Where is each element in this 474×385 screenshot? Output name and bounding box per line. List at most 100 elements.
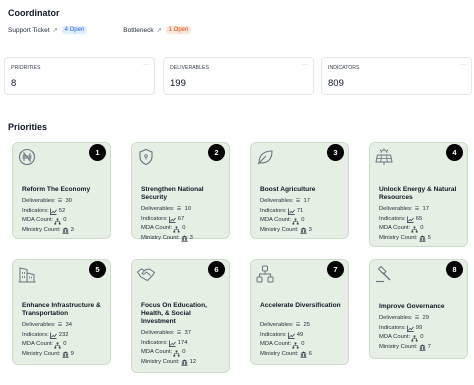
priority-title: Improve Governance (379, 303, 445, 310)
mda-value: 0 (63, 217, 67, 224)
stat-value: 199 (170, 78, 186, 89)
mda-row: MDA Count: 0 (379, 333, 431, 343)
priority-number-badge: 8 (446, 261, 463, 278)
org-chart-icon (411, 226, 418, 233)
bank-icon (300, 227, 307, 235)
org-chart-icon (173, 226, 180, 233)
network-icon (256, 265, 274, 283)
more-options-icon[interactable]: ··· (460, 62, 466, 68)
metric-label: Ministry Count: (260, 351, 299, 358)
list-icon: ☰ (176, 330, 182, 336)
mda-row: MDA Count: 0 (379, 224, 431, 234)
metric-label: MDA Count: (141, 225, 173, 232)
mda-row: MDA Count: 0 (141, 224, 193, 234)
naira-coin-icon (18, 148, 36, 166)
section-title: Priorities (8, 122, 48, 132)
priority-title: Boost Agriculture (260, 186, 316, 193)
priority-number-badge: 2 (208, 144, 225, 161)
org-chart-icon (54, 342, 61, 349)
metric-label: Ministry Count: (379, 344, 418, 351)
metric-label: Deliverables: (141, 330, 175, 336)
indicators-value: 52 (58, 207, 66, 214)
priority-metrics: Deliverables: ☰ 30 Indicators: 52 MDA Count… (22, 197, 74, 236)
ministry-row: Ministry Count: 12 (141, 358, 196, 368)
bank-icon (181, 235, 188, 243)
bank-icon (419, 235, 426, 243)
mda-value: 0 (301, 217, 305, 224)
mda-value: 0 (182, 349, 186, 356)
more-options-icon[interactable]: ··· (143, 62, 149, 68)
metric-label: Ministry Count: (22, 351, 61, 358)
chart-icon (287, 332, 295, 340)
deliverables-row: Deliverables: ☰ 37 (141, 329, 196, 339)
metric-label: Deliverables: (260, 322, 294, 328)
stat-card-deliverables: DELIVERABLES 199 ··· (163, 57, 314, 95)
ministry-row: Ministry Count: 5 (379, 234, 431, 244)
stat-card-priorities: PRIORITIES 8 ··· (4, 57, 155, 95)
ministry-row: Ministry Count: 6 (260, 350, 312, 360)
priority-card-7[interactable]: 7 Accelerate Diversification Deliverable… (250, 259, 349, 365)
ministry-value: 3 (189, 235, 193, 242)
indicators-row: Indicators: 71 (260, 207, 312, 217)
metric-label: Ministry Count: (260, 227, 299, 234)
stat-value: 8 (11, 78, 17, 89)
external-link-icon: ↗ (156, 27, 162, 34)
bank-icon (419, 344, 426, 352)
ministry-value: 3 (308, 227, 312, 234)
metric-label: MDA Count: (260, 341, 292, 348)
priority-title: Enhance Infrastructure & Transportation (22, 302, 101, 318)
metric-label: Indicators: (379, 215, 406, 222)
org-chart-icon (292, 342, 299, 349)
stat-card-indicators: INDICATORS 809 ··· (321, 57, 472, 95)
more-options-icon[interactable]: ··· (302, 62, 308, 68)
metric-label: MDA Count: (379, 334, 411, 341)
org-chart-icon (54, 218, 61, 225)
metric-label: Deliverables: (379, 315, 413, 321)
priority-number-badge: 1 (89, 144, 106, 161)
org-chart-icon (292, 218, 299, 225)
priority-metrics: Deliverables: ☰ 17 Indicators: 65 MDA Count… (379, 205, 431, 244)
list-icon: ☰ (414, 206, 420, 212)
bank-icon (300, 351, 307, 359)
support-ticket-link[interactable]: Support Ticket ↗ 4 Open (8, 26, 88, 34)
deliverables-value: 30 (65, 198, 72, 204)
ministry-value: 7 (427, 344, 431, 351)
chart-icon (287, 208, 295, 216)
stat-label: INDICATORS (328, 65, 360, 71)
priority-number-badge: 3 (327, 144, 344, 161)
priority-metrics: Deliverables: ☰ 37 Indicators: 174 MDA Coun… (141, 329, 196, 368)
building-icon (18, 267, 36, 283)
indicators-value: 65 (415, 215, 423, 222)
deliverables-row: Deliverables: ☰ 17 (260, 197, 312, 207)
priority-card-5[interactable]: 5 Enhance Infrastructure & Transportatio… (12, 259, 111, 365)
handshake-icon (136, 268, 156, 282)
list-icon: ☰ (414, 315, 420, 321)
indicators-value: 71 (296, 207, 304, 214)
external-link-icon: ↗ (52, 27, 58, 34)
org-chart-icon (411, 335, 418, 342)
chart-icon (406, 325, 414, 333)
metric-label: Ministry Count: (141, 359, 180, 366)
list-icon: ☰ (295, 198, 301, 204)
priority-number-badge: 5 (89, 261, 106, 278)
indicators-value: 99 (415, 324, 423, 331)
bottleneck-link[interactable]: Bottleneck ↗ 1 Open (123, 26, 192, 34)
priority-card-4[interactable]: 4 Unlock Energy & Natural Resources Deli… (369, 142, 468, 247)
priority-card-1[interactable]: 1 Reform The Economy Deliverables: ☰ 30 In… (12, 142, 111, 239)
priority-title: Unlock Energy & Natural Resources (379, 186, 457, 202)
ministry-value: 6 (308, 351, 312, 358)
deliverables-value: 17 (422, 206, 429, 212)
gavel-icon (376, 265, 391, 283)
metric-label: Indicators: (260, 207, 287, 214)
priority-card-6[interactable]: 6 Focus On Education, Health, & Social I… (131, 259, 230, 373)
deliverables-value: 10 (184, 206, 191, 212)
indicators-row: Indicators: 67 (141, 215, 193, 225)
mda-value: 0 (420, 225, 424, 232)
metric-label: Ministry Count: (22, 227, 61, 234)
priority-card-2[interactable]: 2 Strengthen National Security Deliverab… (131, 142, 230, 243)
indicators-row: Indicators: 174 (141, 339, 196, 349)
priority-card-3[interactable]: 3 Boost Agriculture Deliverables: ☰ 17 Ind… (250, 142, 349, 239)
list-icon: ☰ (176, 206, 182, 212)
priority-card-8[interactable]: 8 Improve Governance Deliverables: ☰ 29 In… (369, 259, 468, 359)
metric-label: MDA Count: (260, 217, 292, 224)
